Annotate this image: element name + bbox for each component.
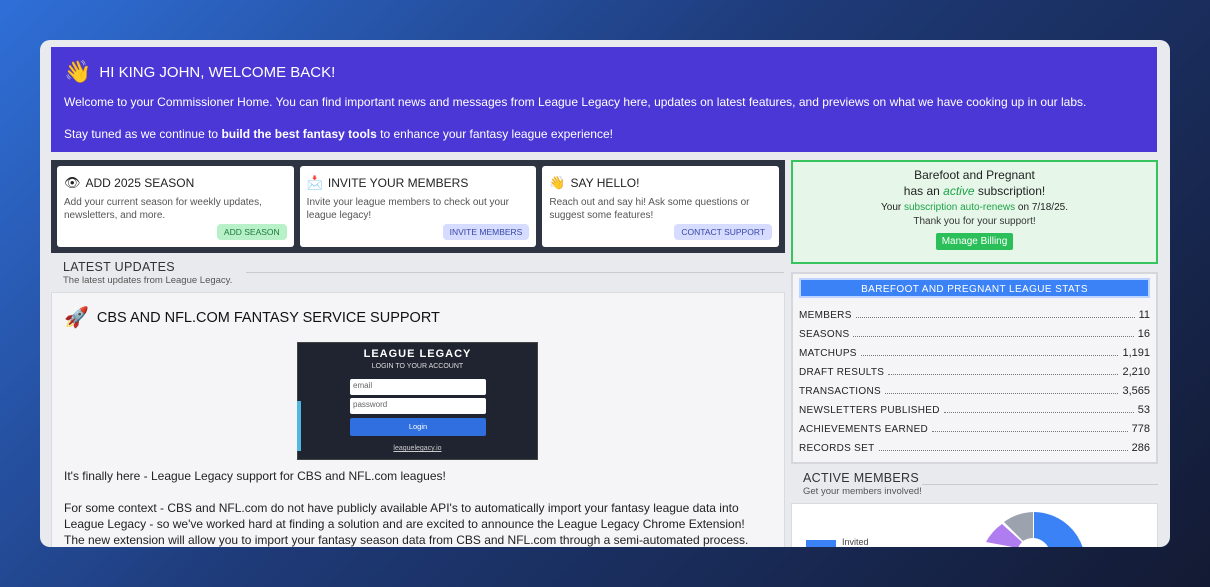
league-name: Barefoot and Pregnant xyxy=(914,168,1035,182)
welcome-text: Welcome to your Commissioner Home. You c… xyxy=(64,95,1087,109)
login-screenshot-image: LEAGUE LEGACY LOGIN TO YOUR ACCOUNT emai… xyxy=(297,342,538,460)
login-link: leaguelegacy.io xyxy=(393,445,442,452)
stat-row: TRANSACTIONS 3,565 xyxy=(799,385,1150,397)
say-hello-desc: Reach out and say hi! Ask some questions… xyxy=(549,197,750,221)
stat-row: ACHIEVEMENTS EARNED 778 xyxy=(799,423,1150,435)
login-subtitle: LOGIN TO YOUR ACCOUNT xyxy=(371,363,464,370)
rocket-icon: 🚀 xyxy=(64,307,89,329)
login-email-field: email xyxy=(350,379,486,395)
thanks-text: Thank you for your support! xyxy=(913,216,1036,227)
waving-hand-icon: 👋 xyxy=(64,59,92,84)
donut-chart xyxy=(986,512,1083,547)
post-paragraph: It's finally here - League Legacy suppor… xyxy=(64,469,446,483)
stat-row: MEMBERS 11 xyxy=(799,309,1150,321)
stat-row: SEASONS 16 xyxy=(799,328,1150,340)
active-members-header: ACTIVE MEMBERS Get your members involved… xyxy=(803,471,922,497)
add-season-card: 👁 ADD 2025 SEASON Add your current season… xyxy=(57,166,294,247)
divider xyxy=(246,272,784,273)
post-body: It's finally here - League Legacy suppor… xyxy=(64,468,764,547)
divider xyxy=(922,484,1158,485)
login-brand: LEAGUE LEGACY xyxy=(363,348,472,360)
latest-updates-subtitle: The latest updates from League Legacy. xyxy=(63,275,233,286)
active-members-chart: Invited xyxy=(791,503,1158,547)
add-season-button[interactable]: ADD SEASON xyxy=(216,224,287,240)
update-post: 🚀 CBS AND NFL.COM FANTASY SERVICE SUPPOR… xyxy=(51,292,785,547)
eye-icon: 👁 xyxy=(64,175,81,190)
latest-updates-title: LATEST UPDATES xyxy=(63,260,175,274)
renewal-info: Your subscription auto-renews on 7/18/25… xyxy=(881,202,1068,213)
invite-members-button[interactable]: INVITE MEMBERS xyxy=(442,224,530,240)
subscription-status: has an active subscription! xyxy=(903,184,1046,198)
welcome-title: HI KING JOHN, WELCOME BACK! xyxy=(99,63,336,81)
app-window: 👋 HI KING JOHN, WELCOME BACK! Welcome to… xyxy=(40,40,1170,547)
stat-row: NEWSLETTERS PUBLISHED 53 xyxy=(799,404,1150,416)
league-stats-title: BAREFOOT AND PREGNANT LEAGUE STATS xyxy=(799,278,1150,298)
mail-icon: 📩 xyxy=(306,175,323,190)
login-password-field: password xyxy=(350,398,486,414)
add-season-title: ADD 2025 SEASON xyxy=(85,176,195,190)
say-hello-title: SAY HELLO! xyxy=(570,176,640,190)
invite-members-card: 📩 INVITE YOUR MEMBERS Invite your league … xyxy=(299,166,537,247)
latest-updates-header: LATEST UPDATES The latest updates from L… xyxy=(63,260,232,286)
league-stats-card: BAREFOOT AND PREGNANT LEAGUE STATS MEMBE… xyxy=(791,272,1158,464)
post-title: CBS AND NFL.COM FANTASY SERVICE SUPPORT xyxy=(96,309,440,326)
active-members-subtitle: Get your members involved! xyxy=(803,486,922,497)
invite-members-desc: Invite your league members to check out … xyxy=(306,197,509,221)
manage-billing-button[interactable]: Manage Billing xyxy=(935,233,1014,250)
invite-members-title: INVITE YOUR MEMBERS xyxy=(327,176,469,190)
active-members-title: ACTIVE MEMBERS xyxy=(803,471,920,485)
stat-row: DRAFT RESULTS 2,210 xyxy=(799,366,1150,378)
say-hello-card: 👋 SAY HELLO! Reach out and say hi! Ask so… xyxy=(542,166,780,247)
contact-support-button[interactable]: CONTACT SUPPORT xyxy=(674,224,773,240)
stat-row: MATCHUPS 1,191 xyxy=(799,347,1150,359)
stat-row: RECORDS SET 286 xyxy=(799,442,1150,454)
welcome-banner: 👋 HI KING JOHN, WELCOME BACK! Welcome to… xyxy=(51,47,1157,152)
legend-swatch xyxy=(806,540,836,547)
donut-slice-invited xyxy=(1034,512,1083,547)
login-button-image: Login xyxy=(350,418,486,436)
legend-label: Invited xyxy=(842,537,869,547)
quick-actions: 👁 ADD 2025 SEASON Add your current season… xyxy=(51,160,785,253)
post-paragraph: For some context - CBS and NFL.com do no… xyxy=(64,501,749,547)
decorative-strip xyxy=(297,401,301,451)
welcome-subtext: Stay tuned as we continue to build the b… xyxy=(64,127,613,141)
subscription-card: Barefoot and Pregnant has an active subs… xyxy=(791,160,1158,264)
wave-icon: 👋 xyxy=(549,175,566,190)
add-season-desc: Add your current season for weekly updat… xyxy=(64,197,262,221)
